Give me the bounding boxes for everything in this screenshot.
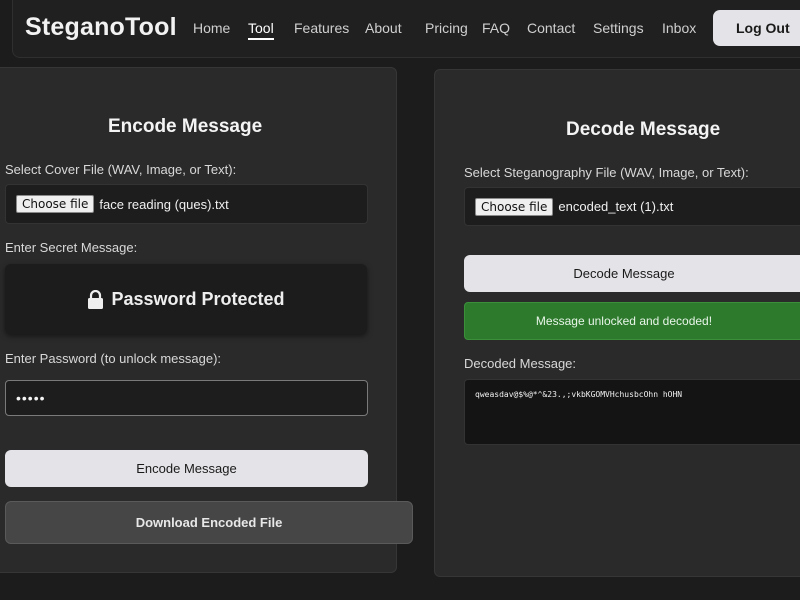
nav-settings[interactable]: Settings [593, 20, 644, 36]
encode-title: Encode Message [108, 116, 263, 137]
stego-file-label: Select Steganography File (WAV, Image, o… [464, 165, 749, 180]
cover-file-label: Select Cover File (WAV, Image, or Text): [5, 162, 237, 177]
password-input[interactable]: ••••• [5, 380, 368, 416]
nav-contact[interactable]: Contact [527, 20, 575, 36]
stego-file-input[interactable]: Choose file encoded_text (1).txt [464, 187, 800, 226]
password-label: Enter Password (to unlock message): [5, 351, 222, 366]
secret-message-label: Enter Secret Message: [5, 240, 138, 255]
stego-file-name: encoded_text (1).txt [558, 199, 674, 214]
secret-message-protected: Password Protected [5, 264, 367, 334]
decoded-message-label: Decoded Message: [464, 356, 577, 371]
nav-inbox[interactable]: Inbox [662, 20, 696, 36]
nav-pricing[interactable]: Pricing [425, 20, 468, 36]
cover-choose-file-button[interactable]: Choose file [16, 195, 95, 213]
nav-faq[interactable]: FAQ [482, 20, 510, 36]
nav-tool[interactable]: Tool [248, 20, 274, 40]
lock-icon [88, 289, 104, 309]
download-encoded-file-button[interactable]: Download Encoded File [5, 501, 413, 544]
nav-about[interactable]: About [365, 20, 402, 36]
cover-file-input[interactable]: Choose file face reading (ques).txt [5, 184, 368, 224]
decode-status-message: Message unlocked and decoded! [464, 302, 800, 340]
steganotool-page: SteganoTool Home Tool Features About Pri… [0, 0, 800, 600]
decode-message-button[interactable]: Decode Message [464, 255, 800, 292]
navbar: SteganoTool Home Tool Features About Pri… [12, 0, 800, 58]
logout-button[interactable]: Log Out [713, 10, 800, 46]
nav-features[interactable]: Features [294, 20, 349, 36]
stego-choose-file-button[interactable]: Choose file [475, 197, 554, 216]
protected-text: Password Protected [111, 288, 285, 309]
decode-title: Decode Message [566, 119, 721, 140]
decoded-message-output[interactable]: qweasdav@$%@*^&23.,;vkbKGOMVHchusbcOhn h… [464, 379, 800, 445]
cover-file-name: face reading (ques).txt [99, 196, 229, 212]
brand-logo[interactable]: SteganoTool [25, 13, 177, 42]
encode-message-button[interactable]: Encode Message [5, 450, 368, 487]
nav-home[interactable]: Home [193, 20, 230, 36]
